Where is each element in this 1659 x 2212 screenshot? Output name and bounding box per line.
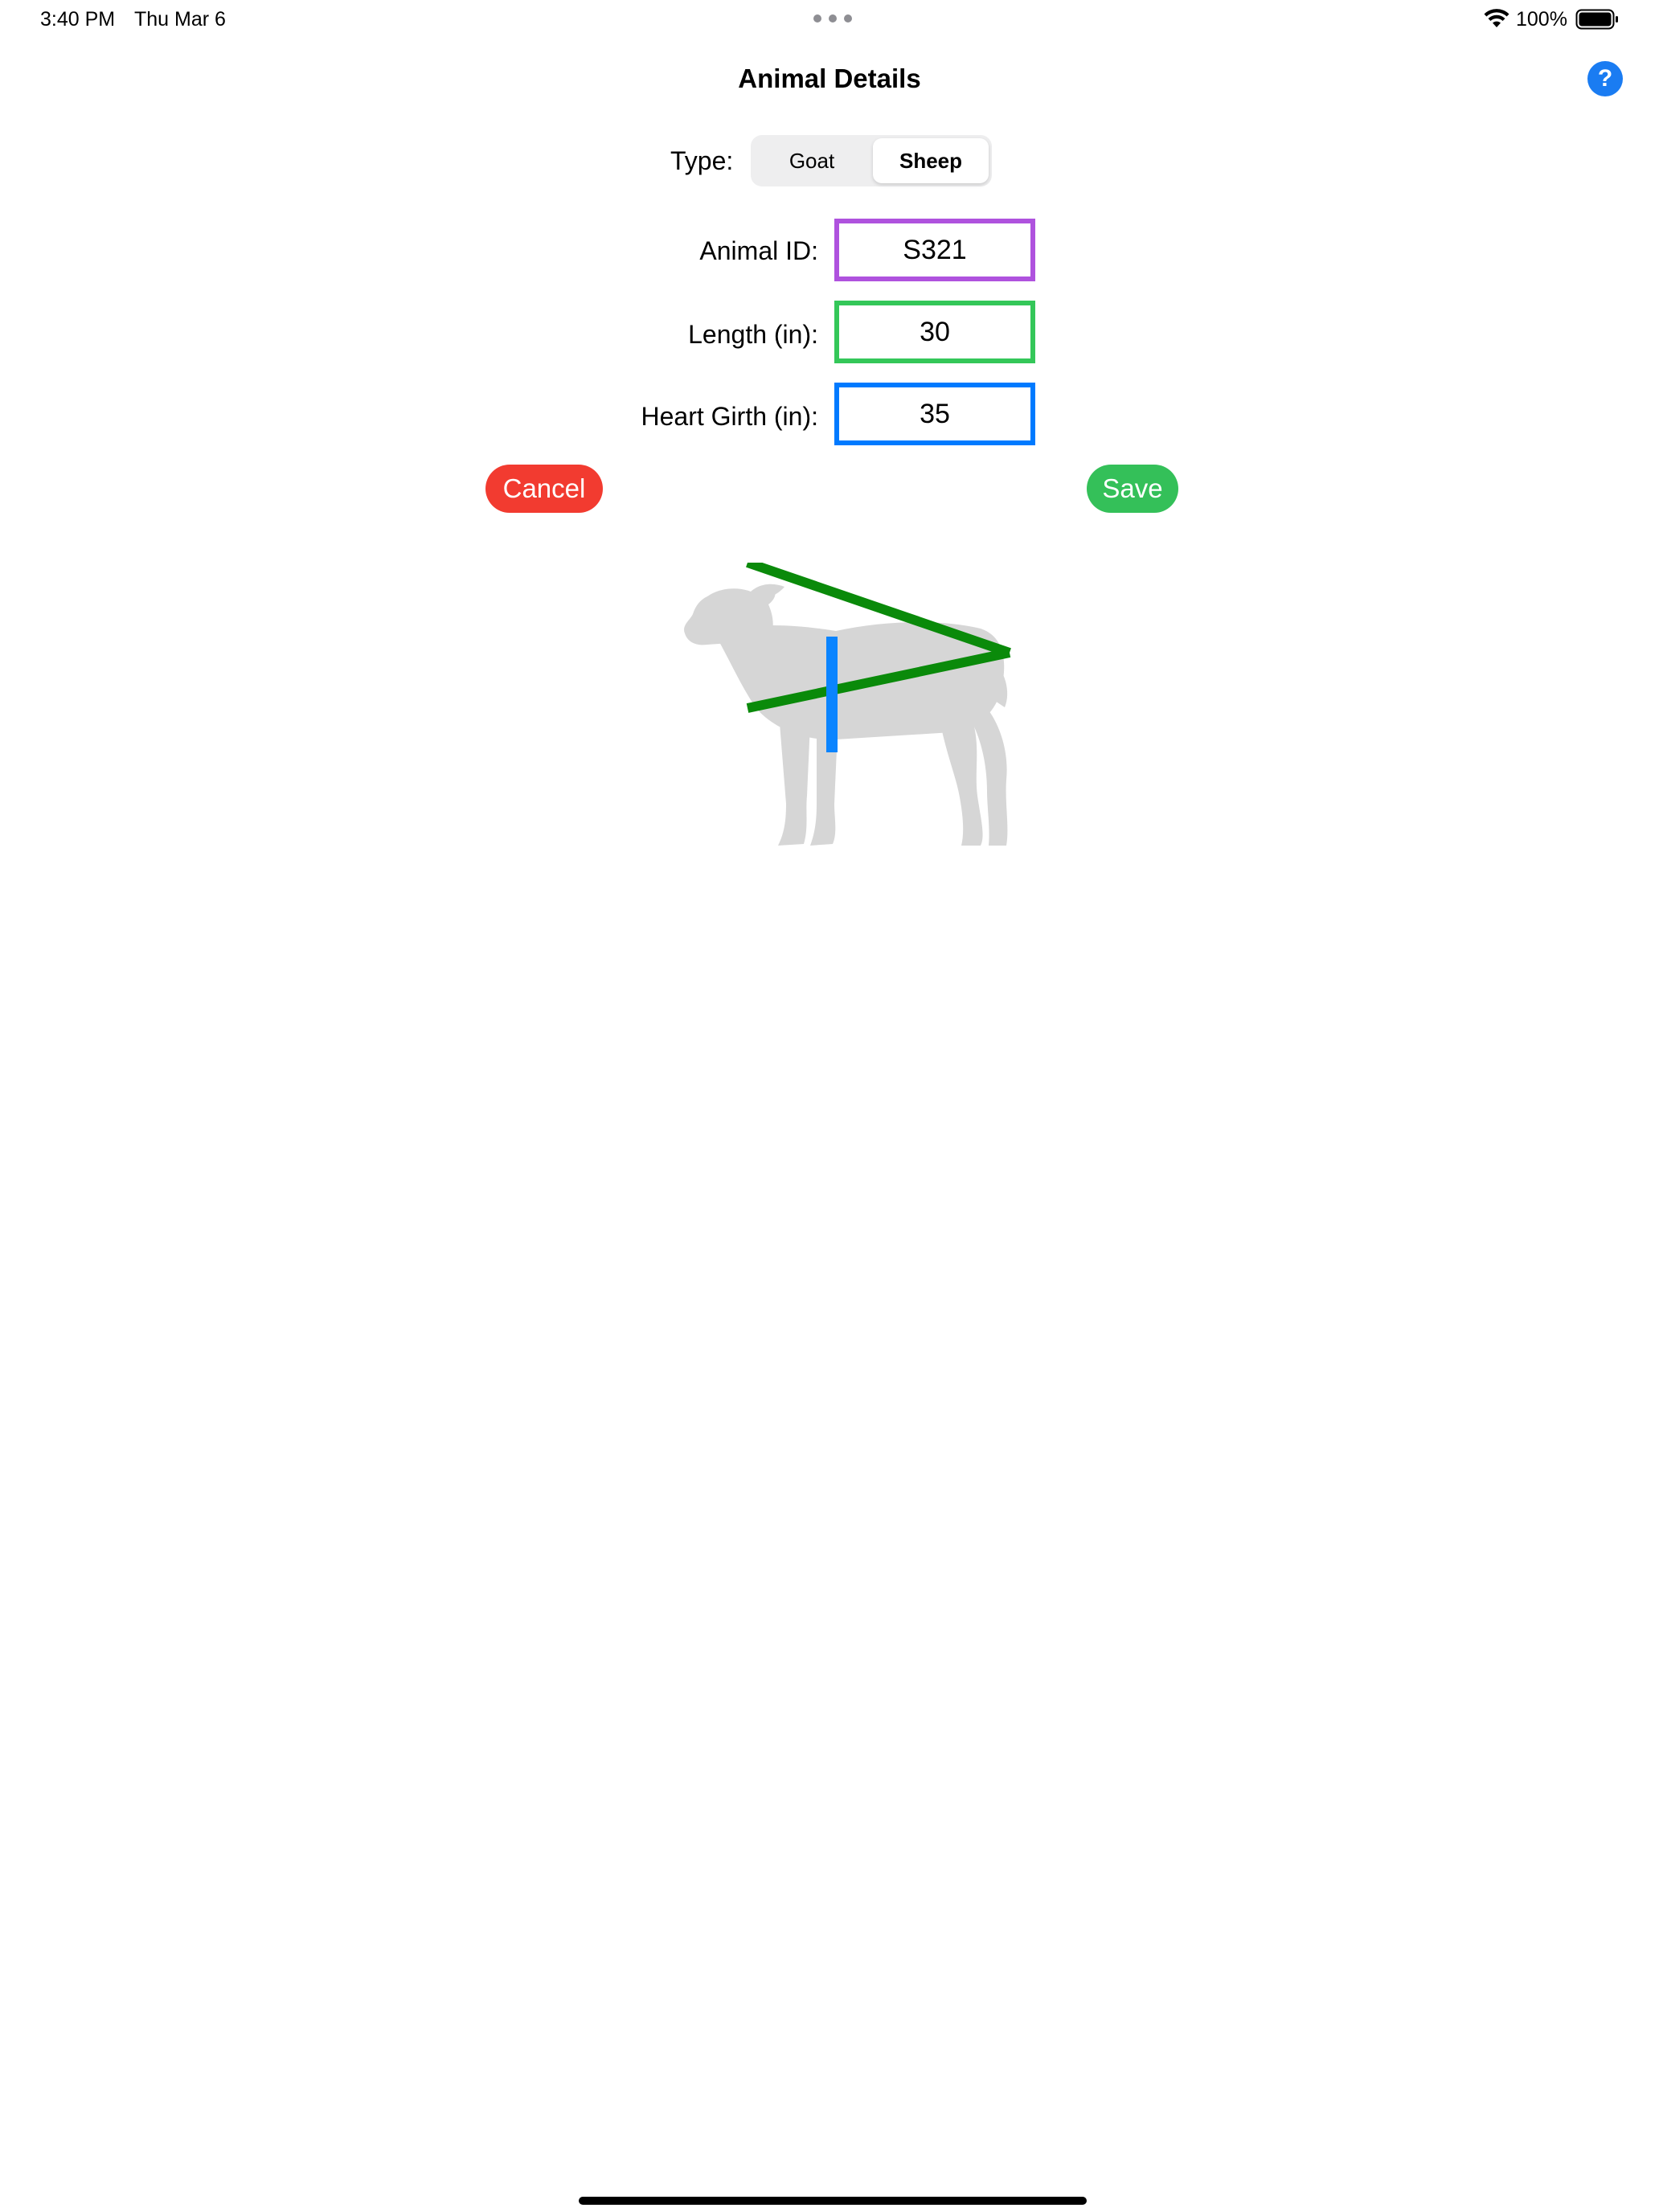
animal-id-field[interactable]	[834, 219, 1035, 281]
type-segmented-control: Goat Sheep	[751, 135, 992, 186]
wifi-icon	[1484, 9, 1509, 27]
status-date: Thu Mar 6	[134, 8, 226, 31]
home-indicator[interactable]	[579, 2197, 1087, 2205]
page-title: Animal Details	[738, 63, 921, 93]
type-label: Type:	[670, 146, 734, 175]
segment-goat[interactable]: Goat	[754, 138, 870, 183]
sheep-silhouette-icon	[684, 563, 1011, 846]
girth-measure-line	[826, 637, 838, 752]
save-button[interactable]: Save	[1087, 465, 1178, 513]
help-button[interactable]: ?	[1587, 61, 1623, 96]
segment-sheep[interactable]: Sheep	[873, 138, 989, 183]
battery-icon	[1575, 9, 1618, 30]
question-mark-icon: ?	[1597, 65, 1613, 92]
length-label: Length (in):	[688, 320, 818, 349]
cancel-button[interactable]: Cancel	[485, 465, 603, 513]
status-time: 3:40 PM	[40, 8, 116, 31]
multitasking-dots-icon[interactable]	[813, 14, 852, 23]
battery-percentage: 100%	[1516, 8, 1567, 31]
heart-girth-label: Heart Girth (in):	[641, 402, 818, 431]
sheep-body-shape	[684, 584, 1008, 846]
animal-id-label: Animal ID:	[699, 236, 818, 265]
heart-girth-field[interactable]	[834, 383, 1035, 445]
length-field[interactable]	[834, 301, 1035, 363]
